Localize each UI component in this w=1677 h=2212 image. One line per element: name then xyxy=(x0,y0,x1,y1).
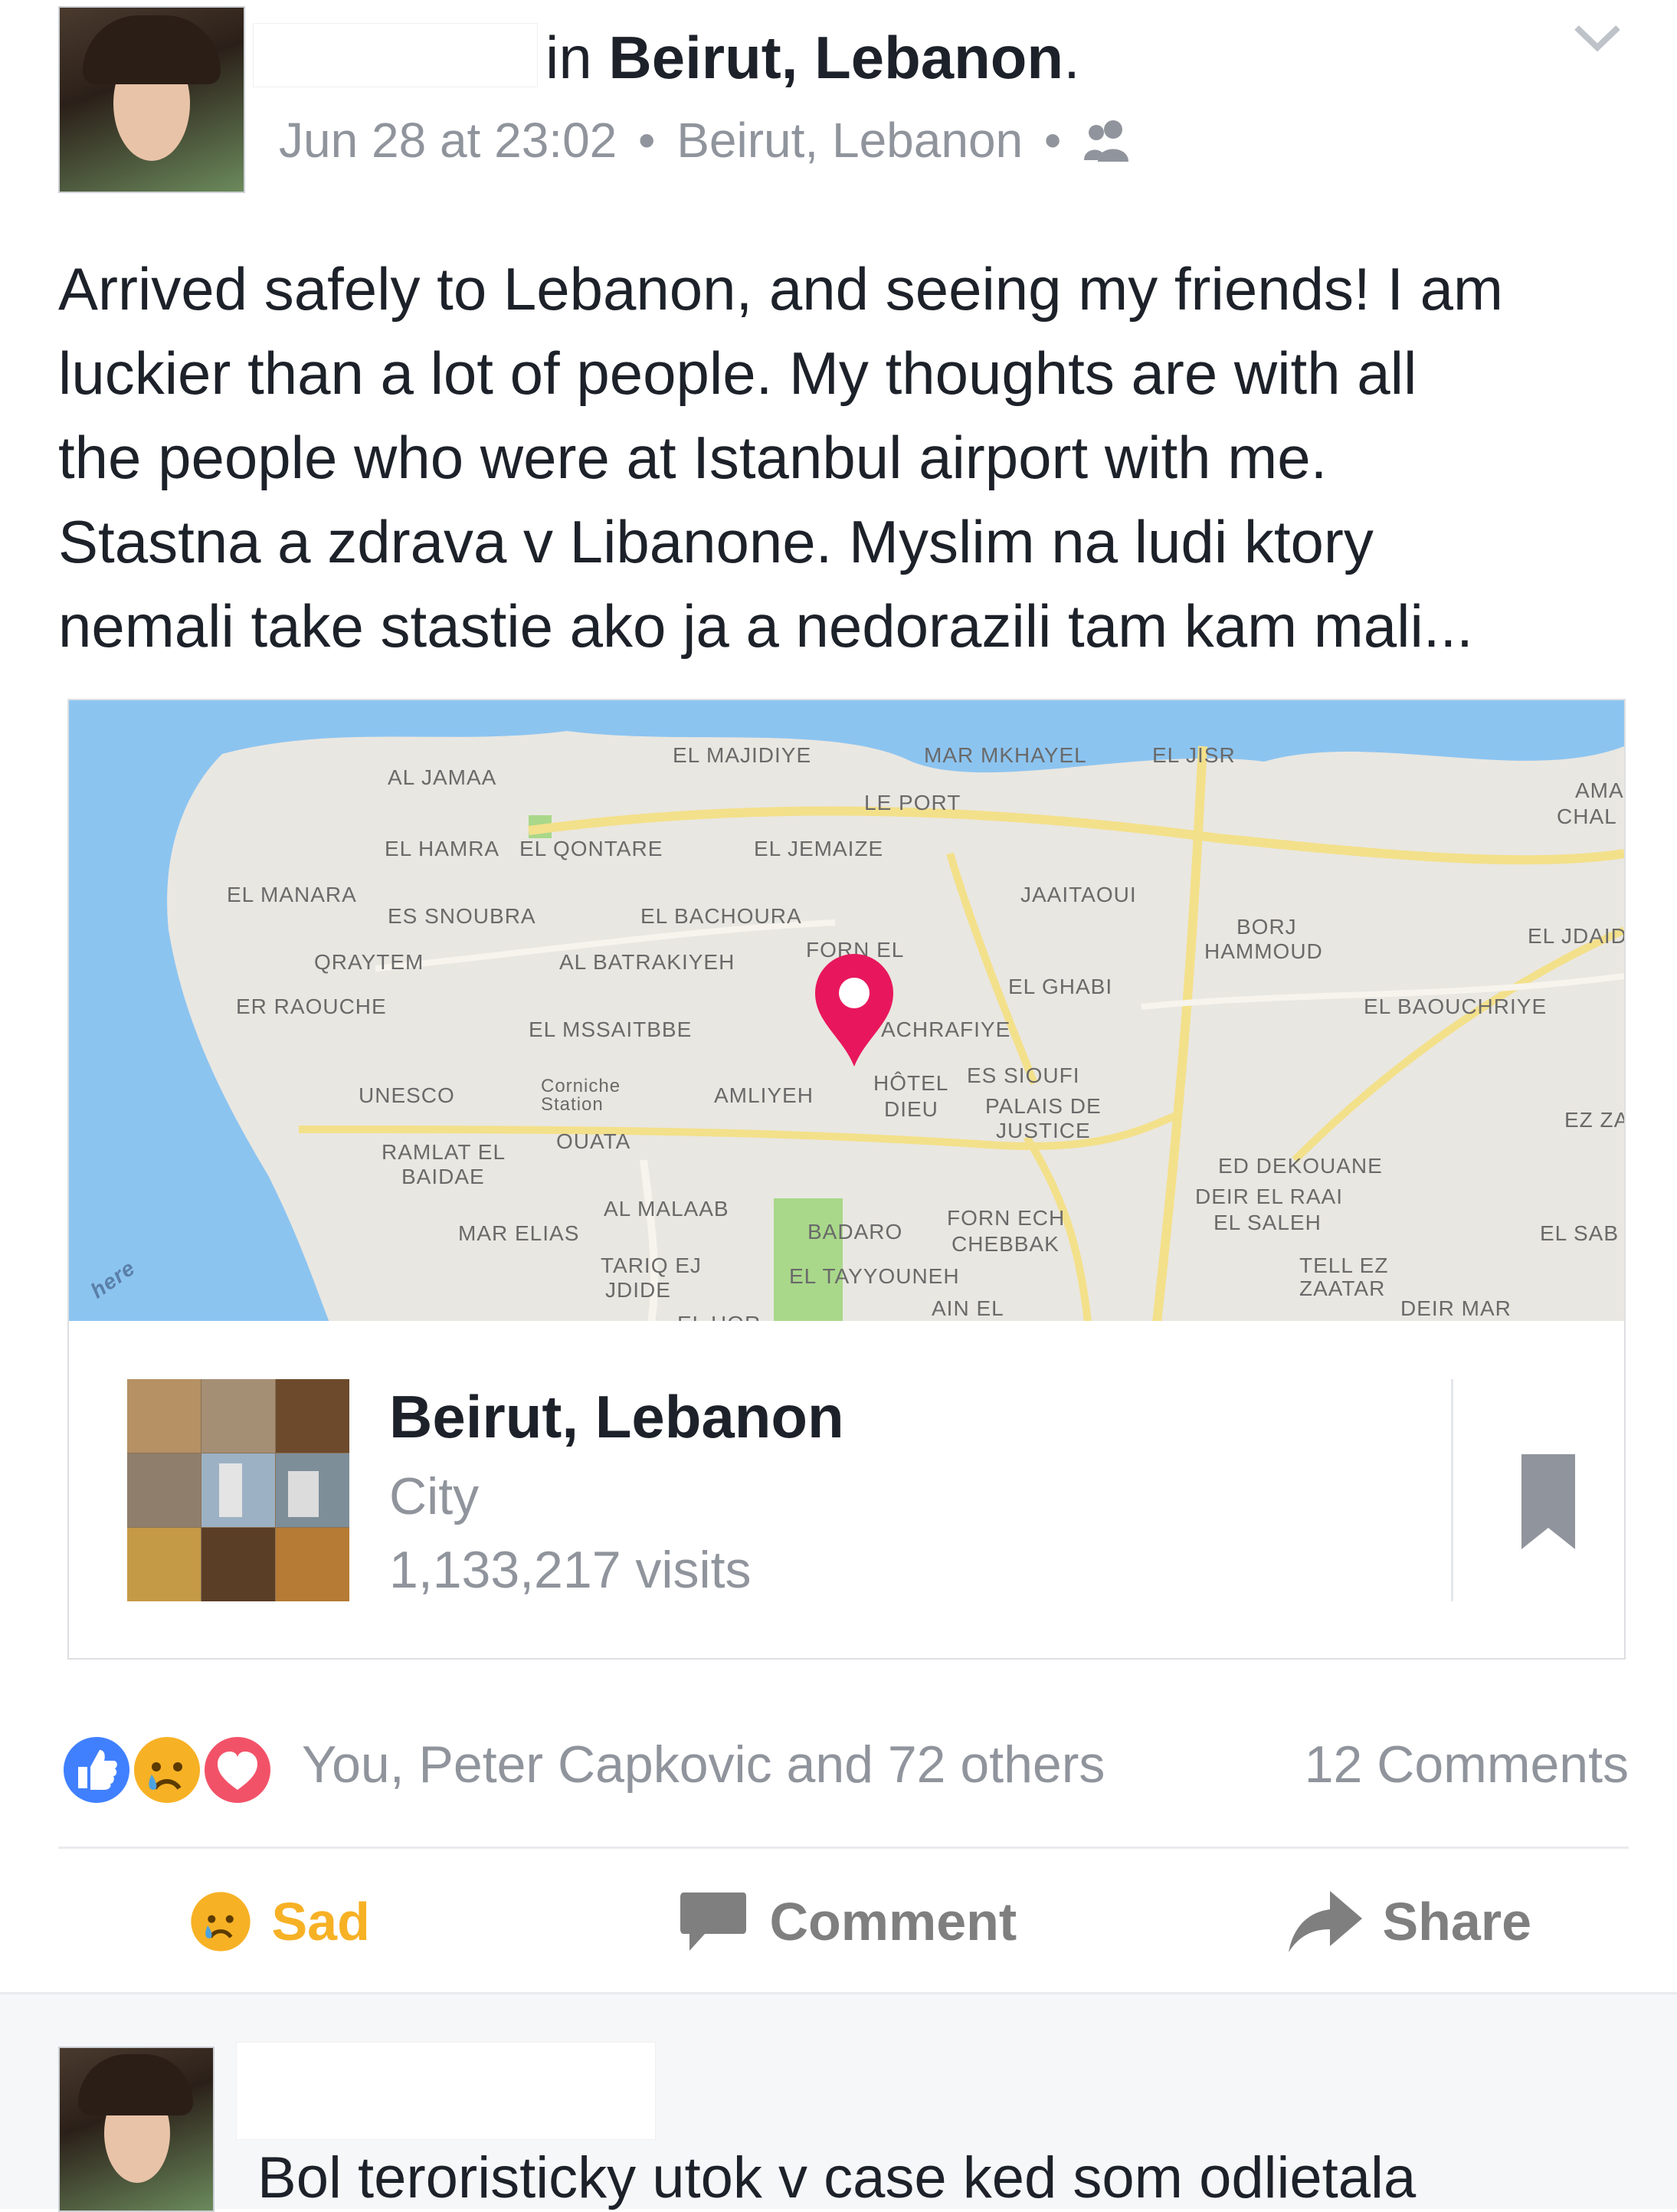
timestamp[interactable]: Jun 28 at 23:02 xyxy=(279,113,617,168)
map-label: EL JDAID xyxy=(1528,924,1626,948)
location-map[interactable]: AL JAMAA EL MAJIDIYE MAR MKHAYEL EL JISR… xyxy=(67,699,1626,1324)
post-text-line: luckier than a lot of people. My thought… xyxy=(58,339,1417,407)
map-label: BORJ xyxy=(1236,915,1297,939)
post-text-line: Stastna a zdrava v Libanone. Myslim na l… xyxy=(58,508,1374,575)
share-arrow-icon xyxy=(1287,1889,1364,1954)
commenter-name-redacted xyxy=(236,2042,656,2140)
post-title: in Beirut, Lebanon. xyxy=(545,24,1080,91)
map-label: DEIR MAR xyxy=(1400,1296,1512,1320)
map-label: EL SALEH xyxy=(1214,1211,1322,1234)
comment-label: Comment xyxy=(769,1892,1017,1951)
map-label: EL TAYYOUNEH xyxy=(789,1264,960,1288)
reactions-row[interactable]: You, Peter Capkovic and 72 others 12 Com… xyxy=(58,1729,1629,1808)
map-label: JDIDE xyxy=(605,1278,671,1302)
place-card[interactable]: Beirut, Lebanon City 1,133,217 visits xyxy=(67,1321,1626,1660)
map-label: MAR ELIAS xyxy=(458,1221,580,1245)
map-label: OUATA xyxy=(556,1129,631,1153)
map-label: PALAIS DE xyxy=(985,1094,1102,1118)
chevron-down-icon[interactable] xyxy=(1571,14,1624,60)
card-divider xyxy=(1451,1379,1453,1601)
post-text-line: the people who were at Istanbul airport … xyxy=(58,424,1328,491)
place-thumbnail[interactable] xyxy=(127,1379,349,1601)
map-label: ES SIOUFI xyxy=(967,1063,1080,1087)
map-label: LE PORT xyxy=(864,791,961,814)
post-text-line: nemali take stastie ako ja a nedorazili … xyxy=(58,592,1473,660)
map-pin-icon[interactable] xyxy=(812,953,896,1068)
comment-icon xyxy=(679,1889,748,1954)
map-label: BAIDAE xyxy=(401,1165,485,1188)
map-label: AMA xyxy=(1575,778,1624,802)
sad-label: Sad xyxy=(271,1892,370,1951)
post-text-line: Arrived safely to Lebanon, and seeing my… xyxy=(58,255,1504,323)
map-label: EL BACHOURA xyxy=(640,904,802,928)
map-label: AIN EL xyxy=(932,1296,1004,1320)
author-avatar[interactable] xyxy=(58,6,245,193)
map-label: HÔTEL xyxy=(873,1071,949,1095)
sad-reaction-button[interactable]: Sad xyxy=(188,1889,370,1966)
map-label: BADARO xyxy=(807,1220,903,1244)
map-label: AL MALAAB xyxy=(604,1197,729,1221)
map-label: HAMMOUD xyxy=(1204,939,1323,963)
map-label: ZAATAR xyxy=(1299,1276,1386,1300)
map-label: UNESCO xyxy=(359,1083,455,1107)
map-label: ED DEKOUANE xyxy=(1218,1154,1383,1178)
map-label: EZ ZA xyxy=(1564,1108,1626,1132)
meta-location[interactable]: Beirut, Lebanon xyxy=(676,113,1023,168)
comments-section: Bol teroristicky utok v case ked som odl… xyxy=(0,1992,1677,2212)
location-prefix: in xyxy=(545,24,592,91)
love-icon xyxy=(199,1732,276,1808)
map-label: ACHRAFIYE xyxy=(881,1018,1011,1041)
commenter-avatar[interactable] xyxy=(58,2047,215,2212)
map-label: QRAYTEM xyxy=(314,950,424,974)
map-label: TARIQ EJ xyxy=(601,1253,702,1277)
comment-text: Bol teroristicky utok v case ked som odl… xyxy=(257,2145,1417,2210)
share-button[interactable]: Share xyxy=(1287,1889,1531,1966)
comments-count[interactable]: 12 Comments xyxy=(1305,1735,1629,1794)
map-label: AL BATRAKIYEH xyxy=(559,950,735,974)
place-name[interactable]: Beirut, Lebanon xyxy=(389,1382,844,1452)
comment-button[interactable]: Comment xyxy=(679,1889,1017,1966)
share-label: Share xyxy=(1382,1892,1532,1951)
map-label: TELL EZ xyxy=(1299,1253,1389,1277)
map-label: EL QONTARE xyxy=(519,837,663,860)
map-label: FORN ECH xyxy=(947,1206,1066,1230)
map-label: EL MSSAITBBE xyxy=(529,1018,693,1041)
map-label: EL MAJIDIYE xyxy=(673,743,812,767)
map-label: CHEBBAK xyxy=(952,1232,1060,1256)
place-visits: 1,133,217 visits xyxy=(389,1541,752,1599)
map-label: EL GHABI xyxy=(1008,975,1113,998)
bookmark-icon[interactable] xyxy=(1520,1453,1577,1551)
map-label: EL JEMAIZE xyxy=(754,837,884,860)
author-name-redacted xyxy=(253,23,538,87)
like-icon xyxy=(58,1732,135,1808)
map-label: JAAITAOUI xyxy=(1020,883,1137,906)
friends-icon[interactable] xyxy=(1083,116,1136,173)
map-label: ER RAOUCHE xyxy=(236,995,387,1018)
map-label: EL MANARA xyxy=(227,883,357,906)
place-category: City xyxy=(389,1467,480,1525)
map-label: ES SNOUBRA xyxy=(388,904,536,928)
map-label: JUSTICE xyxy=(996,1119,1091,1142)
map-label: Station xyxy=(541,1094,604,1115)
map-label: AL JAMAA xyxy=(388,765,497,789)
reactions-summary[interactable]: You, Peter Capkovic and 72 others xyxy=(302,1735,1105,1794)
map-label: EL JISR xyxy=(1152,743,1236,767)
sad-icon xyxy=(188,1889,253,1954)
map-label: DEIR EL RAAI xyxy=(1195,1185,1344,1208)
map-label: EL BAOUCHRIYE xyxy=(1364,995,1548,1018)
post-meta: Jun 28 at 23:02 • Beirut, Lebanon • xyxy=(279,112,1136,173)
sad-icon xyxy=(129,1732,205,1808)
map-label: EL SAB xyxy=(1540,1221,1620,1245)
map-label: DIEU xyxy=(884,1097,938,1121)
post-text: Arrived safely to Lebanon, and seeing my… xyxy=(58,247,1667,668)
map-label: AMLIYEH xyxy=(714,1083,814,1107)
map-label: CHAL xyxy=(1557,805,1617,828)
map-label: RAMLAT EL xyxy=(382,1140,506,1164)
map-label: MAR MKHAYEL xyxy=(924,743,1087,767)
map-label: EL HAMRA xyxy=(385,837,500,860)
location-link[interactable]: Beirut, Lebanon xyxy=(608,24,1063,91)
divider xyxy=(58,1847,1629,1849)
